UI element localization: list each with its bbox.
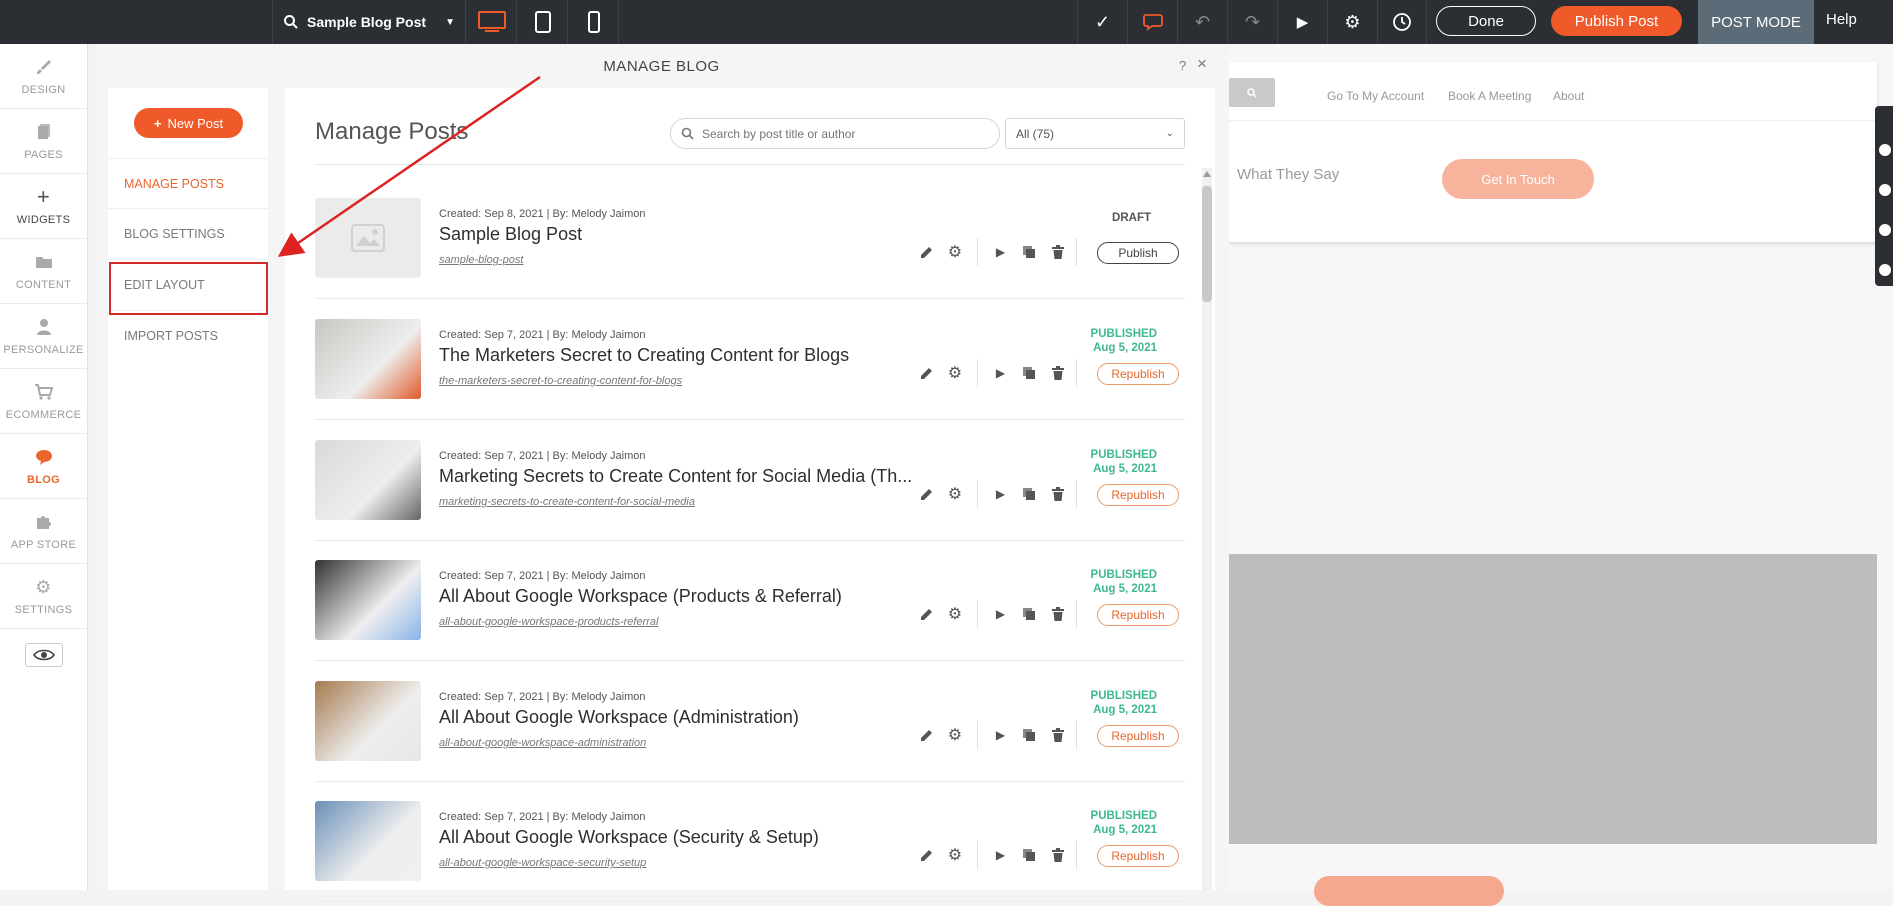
annotation-arrow [277, 75, 541, 257]
